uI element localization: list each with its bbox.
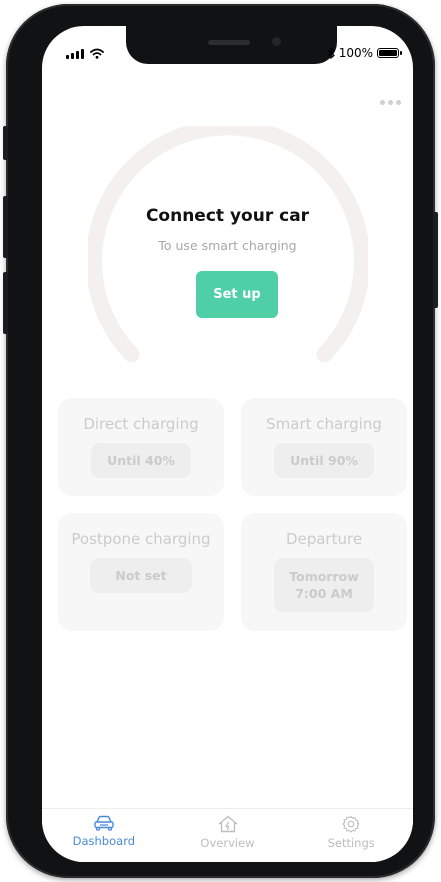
card-title: Smart charging — [266, 415, 382, 433]
tab-dashboard[interactable]: Dashboard — [42, 809, 166, 862]
volume-down-button — [3, 272, 8, 334]
volume-up-button — [3, 196, 8, 258]
departure-card[interactable]: Departure Tomorrow 7:00 AM — [241, 513, 407, 631]
wifi-icon — [90, 48, 104, 59]
tab-label: Dashboard — [72, 834, 136, 848]
front-camera — [272, 37, 281, 46]
cellular-signal-icon — [66, 49, 84, 59]
card-value: Until 90% — [274, 443, 374, 478]
tab-overview[interactable]: Overview — [166, 809, 290, 862]
power-button — [433, 212, 438, 308]
tab-bar: Dashboard Overview Settings — [42, 808, 413, 862]
card-title: Departure — [285, 530, 363, 548]
connect-subtitle: To use smart charging — [158, 238, 297, 253]
tab-label: Settings — [327, 836, 375, 850]
battery-percentage: 100% — [338, 46, 373, 60]
tab-settings[interactable]: Settings — [289, 809, 413, 862]
status-bar-left — [66, 48, 104, 59]
card-value: Tomorrow 7:00 AM — [274, 558, 374, 612]
departure-time: 7:00 AM — [295, 586, 353, 601]
card-value: Not set — [90, 558, 192, 593]
app-screen: 100% Connect your car To use smart charg… — [42, 26, 413, 862]
postpone-charging-card[interactable]: Postpone charging Not set — [58, 513, 224, 631]
setup-button[interactable]: Set up — [196, 271, 278, 318]
notch — [126, 26, 337, 64]
car-icon — [94, 815, 114, 831]
speaker — [208, 40, 250, 45]
card-value: Until 40% — [91, 443, 191, 478]
bluetooth-icon — [327, 47, 335, 59]
house-icon — [218, 815, 237, 833]
card-title: Postpone charging — [71, 530, 211, 548]
ellipsis-icon[interactable] — [376, 94, 405, 111]
status-bar-right: 100% — [327, 46, 402, 60]
phone-frame: 100% Connect your car To use smart charg… — [3, 4, 438, 878]
tab-label: Overview — [200, 836, 255, 850]
card-title: Direct charging — [83, 415, 199, 433]
battery-icon — [377, 48, 402, 58]
mute-switch — [3, 126, 8, 160]
departure-day: Tomorrow — [289, 569, 359, 584]
connect-title: Connect your car — [145, 206, 310, 226]
gear-icon — [342, 815, 360, 833]
smart-charging-card[interactable]: Smart charging Until 90% — [241, 398, 407, 496]
direct-charging-card[interactable]: Direct charging Until 40% — [58, 398, 224, 496]
